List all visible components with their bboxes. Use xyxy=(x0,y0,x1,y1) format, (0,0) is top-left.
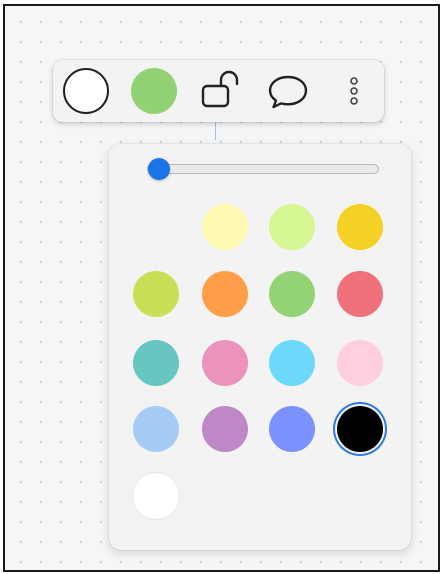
color-swatch[interactable] xyxy=(133,271,179,317)
opacity-slider-thumb[interactable] xyxy=(147,158,170,180)
color-swatch[interactable] xyxy=(337,340,383,386)
color-swatch[interactable] xyxy=(337,204,383,250)
color-swatch[interactable] xyxy=(202,204,248,250)
color-swatch[interactable] xyxy=(337,406,383,452)
color-picker-panel xyxy=(109,144,411,550)
color-swatch[interactable] xyxy=(133,473,179,519)
color-swatch[interactable] xyxy=(337,271,383,317)
color-swatch[interactable] xyxy=(269,204,315,250)
opacity-slider-track xyxy=(147,164,379,174)
fill-color-button[interactable] xyxy=(131,68,177,114)
color-swatch[interactable] xyxy=(269,340,315,386)
lock-button[interactable] xyxy=(195,66,247,116)
comment-icon xyxy=(268,75,308,109)
border-color-button[interactable] xyxy=(63,68,109,114)
more-options-button[interactable] xyxy=(343,66,365,116)
color-swatch[interactable] xyxy=(202,340,248,386)
more-vertical-icon xyxy=(350,77,358,105)
canvas-frame xyxy=(3,4,440,572)
opacity-slider[interactable] xyxy=(137,158,379,180)
shape-context-toolbar xyxy=(53,60,384,122)
color-swatch[interactable] xyxy=(133,406,179,452)
color-swatch[interactable] xyxy=(269,406,315,452)
color-swatch[interactable] xyxy=(269,271,315,317)
unlock-icon xyxy=(201,70,239,108)
color-swatch[interactable] xyxy=(202,271,248,317)
color-swatch[interactable] xyxy=(202,406,248,452)
color-swatch[interactable] xyxy=(133,340,179,386)
comment-button[interactable] xyxy=(263,67,313,115)
